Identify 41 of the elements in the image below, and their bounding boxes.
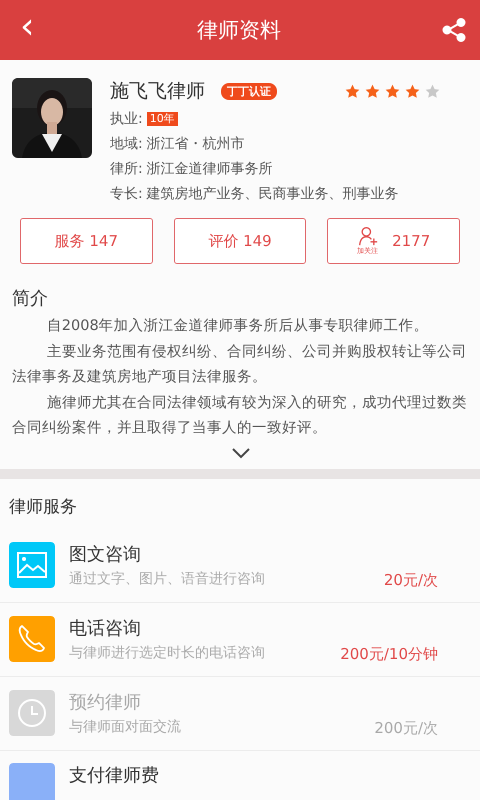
page-title: 律师资料 bbox=[197, 17, 282, 44]
service-description: 通过文字、图片、语音进行咨询 bbox=[69, 570, 266, 588]
service-title: 图文咨询 bbox=[69, 543, 142, 566]
certified-badge: 丁丁认证 bbox=[221, 82, 277, 100]
service-price: 200元/次 bbox=[374, 718, 438, 738]
intro-paragraph: 施律师尤其在合同法律领域有较为深入的研究，成功代理过数类合同纠纷案件，并且取得了当事人的一致好评。 bbox=[12, 394, 468, 438]
field-value: 浙江金道律师事务所 bbox=[146, 160, 273, 179]
star-filled-icon bbox=[385, 84, 400, 98]
back-button[interactable]: ‹ bbox=[14, 9, 40, 45]
star-filled-icon bbox=[365, 84, 380, 98]
section-title: 简介 bbox=[12, 287, 49, 310]
share-icon bbox=[442, 18, 466, 42]
follower-count: 2177 bbox=[392, 232, 430, 250]
stat-button[interactable]: 评价 149 bbox=[174, 218, 306, 264]
section-title: 律师服务 bbox=[8, 496, 78, 518]
service-price: 200元/10分钟 bbox=[340, 644, 438, 664]
field-label: 地域: bbox=[110, 135, 143, 154]
service-title: 电话咨询 bbox=[69, 617, 142, 640]
service-title: 支付律师费 bbox=[69, 764, 160, 786]
service-price: 20元/次 bbox=[384, 570, 438, 590]
years-tag: 10年 bbox=[146, 112, 178, 126]
star-empty-icon bbox=[425, 84, 440, 98]
service-item[interactable]: 电话咨询 与律师进行选定时长的电话咨询 200元/10分钟 bbox=[0, 602, 480, 676]
lawyer-name: 施飞飞律师 bbox=[110, 79, 205, 104]
add-user-icon bbox=[358, 226, 378, 246]
stat-button[interactable]: 服务 147 bbox=[20, 218, 153, 264]
field-value: 建筑房地产业务、民商事业务、刑事业务 bbox=[146, 185, 399, 204]
field-label: 律所: bbox=[110, 160, 143, 179]
intro-paragraph: 主要业务范围有侵权纠纷、合同纠纷、公司并购股权转让等公司法律事务及建筑房地产项目法律服务。 bbox=[12, 342, 468, 387]
star-filled-icon bbox=[405, 84, 420, 98]
intro-paragraph: 自2008年加入浙江金道律师事务所后从事专职律师工作。 bbox=[46, 317, 430, 336]
service-description: 与律师面对面交流 bbox=[69, 718, 182, 736]
field-value: 浙江省・杭州市 bbox=[146, 135, 245, 154]
service-description: 与律师进行选定时长的电话咨询 bbox=[69, 644, 266, 662]
field-label: 专长: bbox=[110, 185, 143, 204]
service-title: 预约律师 bbox=[69, 691, 142, 714]
service-item[interactable]: 图文咨询 通过文字、图片、语音进行咨询 20元/次 bbox=[0, 528, 480, 602]
expand-chevron-icon[interactable] bbox=[231, 446, 251, 458]
field-label: 执业: bbox=[110, 110, 143, 129]
star-filled-icon bbox=[345, 84, 360, 98]
service-item[interactable]: 支付律师费 bbox=[0, 750, 480, 800]
